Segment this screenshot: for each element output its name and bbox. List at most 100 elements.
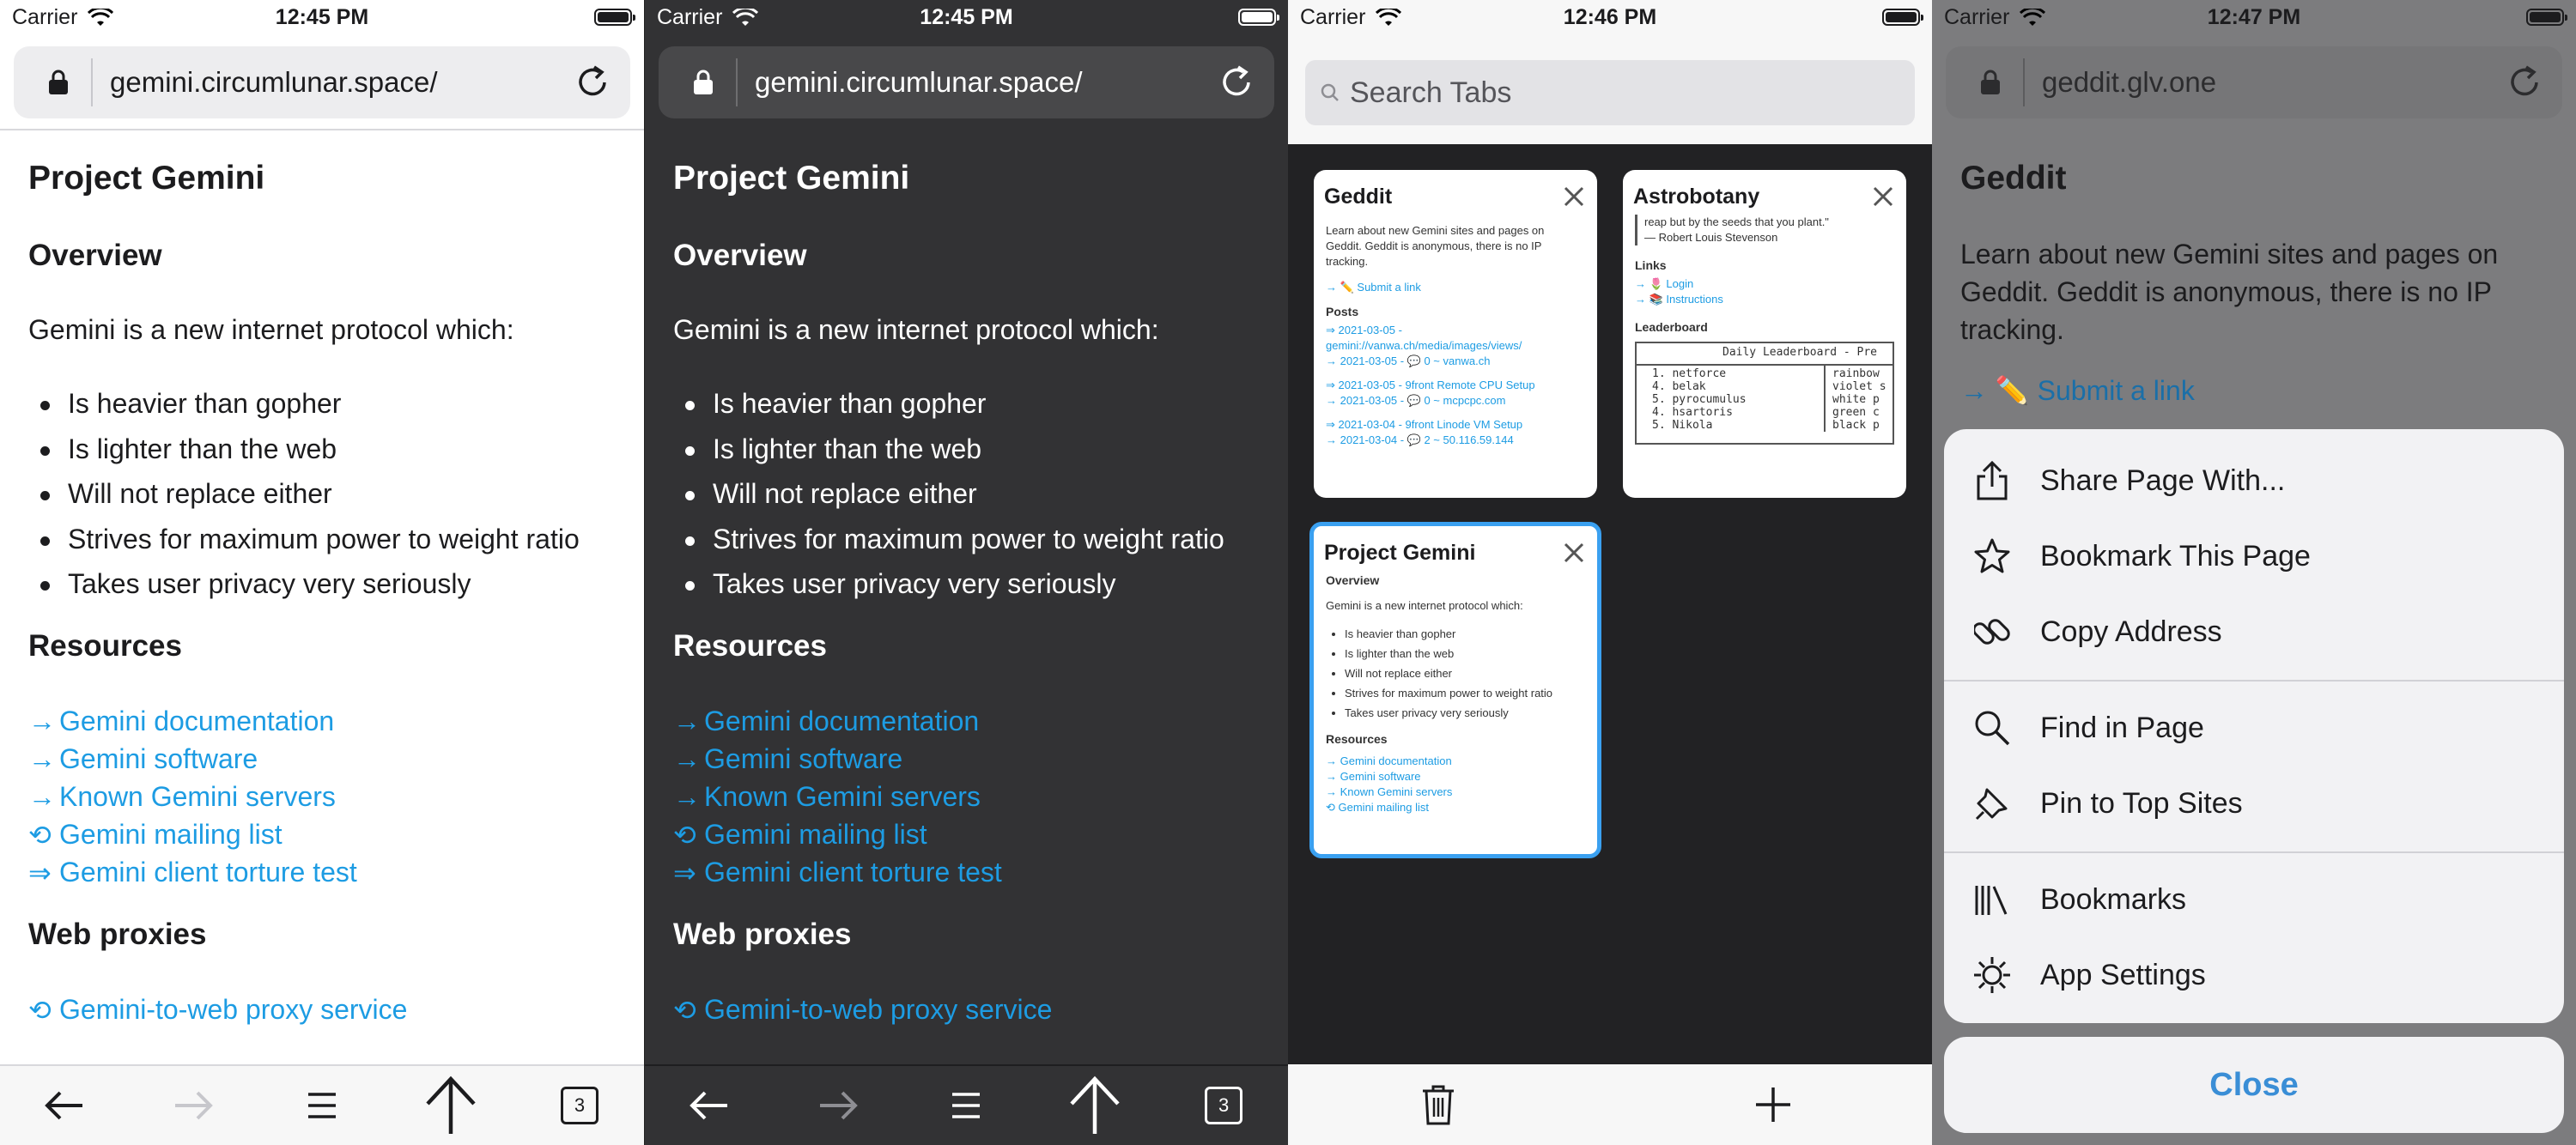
bookmarks-item[interactable]: Bookmarks xyxy=(1944,862,2564,937)
reload-icon[interactable] xyxy=(1211,57,1262,108)
url-text: geddit.glv.one xyxy=(2042,66,2217,98)
tab-count: 3 xyxy=(561,1087,598,1124)
close-button[interactable]: Close xyxy=(1944,1037,2564,1133)
link-icon xyxy=(1944,614,2040,650)
pin-icon xyxy=(1944,785,2040,822)
url-divider xyxy=(91,58,93,106)
share-page-item[interactable]: Share Page With... xyxy=(1944,443,2564,518)
list-item: Will not replace either xyxy=(28,478,627,524)
page-title: Project Gemini xyxy=(673,160,910,197)
lock-icon xyxy=(1965,57,2016,108)
tab-card-project-gemini[interactable]: Project Gemini Overview Gemini is a new … xyxy=(1309,522,1601,858)
add-tab-icon[interactable] xyxy=(1743,1075,1803,1135)
link-gemini-software[interactable]: → Gemini software xyxy=(673,741,1271,778)
search-placeholder: Search Tabs xyxy=(1350,76,1512,109)
list-item: Strives for maximum power to weight rati… xyxy=(28,524,627,569)
scroll-top-icon[interactable] xyxy=(421,1075,481,1136)
battery-icon xyxy=(2526,9,2567,26)
resources-heading: Resources xyxy=(28,628,182,663)
resources-heading: Resources xyxy=(673,628,827,663)
proxies-heading: Web proxies xyxy=(673,917,852,951)
url-text[interactable]: gemini.circumlunar.space/ xyxy=(110,66,567,99)
browser-screen-light: Carrier 12:45 PM gemini.circumlunar.spac… xyxy=(0,0,644,1145)
back-icon[interactable] xyxy=(34,1075,94,1136)
url-bar[interactable]: gemini.circumlunar.space/ xyxy=(14,46,630,118)
url-bar: geddit.glv.one xyxy=(1946,46,2562,118)
bookmarks-icon xyxy=(1944,882,2040,917)
intro-text: Gemini is a new internet protocol which: xyxy=(673,314,1159,345)
bookmark-page-item[interactable]: Bookmark This Page xyxy=(1944,518,2564,594)
close-tab-icon[interactable] xyxy=(1872,185,1894,208)
copy-address-item[interactable]: Copy Address xyxy=(1944,594,2564,669)
proxies-links: ⟲ Gemini-to-web proxy service xyxy=(28,991,627,1029)
status-bar: Carrier 12:45 PM xyxy=(645,0,1288,38)
link-known-servers[interactable]: → Known Gemini servers xyxy=(673,778,1271,816)
list-item: Takes user privacy very seriously xyxy=(28,568,627,614)
url-text[interactable]: gemini.circumlunar.space/ xyxy=(755,66,1211,99)
link-gemini-documentation[interactable]: → Gemini documentation xyxy=(673,703,1271,741)
tab-switcher-toolbar xyxy=(1288,1064,1932,1145)
app-settings-item[interactable]: App Settings xyxy=(1944,937,2564,1013)
share-icon xyxy=(1944,461,2040,500)
overview-heading: Overview xyxy=(28,239,162,272)
reload-icon xyxy=(2499,57,2550,108)
page-content: Project Gemini Overview Gemini is a new … xyxy=(673,160,1271,1029)
scroll-top-icon[interactable] xyxy=(1065,1075,1125,1136)
close-tab-icon[interactable] xyxy=(1563,185,1585,208)
link-torture-test[interactable]: ⇒ Gemini client torture test xyxy=(673,854,1271,892)
link-mailing-list[interactable]: ⟲ Gemini mailing list xyxy=(28,816,627,854)
link-proxy-service[interactable]: ⟲ Gemini-to-web proxy service xyxy=(673,991,1271,1029)
gear-icon xyxy=(1944,955,2040,995)
tab-title: Astrobotany xyxy=(1633,184,1760,209)
list-item: Takes user privacy very seriously xyxy=(673,568,1271,614)
page-title: Project Gemini xyxy=(28,160,265,197)
link-gemini-software[interactable]: → Gemini software xyxy=(28,741,627,778)
tab-switcher-screen: Carrier 12:46 PM Search Tabs Geddit Lear… xyxy=(1288,0,1932,1145)
list-item: Is lighter than the web xyxy=(28,433,627,479)
link-proxy-service[interactable]: ⟲ Gemini-to-web proxy service xyxy=(28,991,627,1029)
tab-card-geddit[interactable]: Geddit Learn about new Gemini sites and … xyxy=(1314,170,1597,498)
url-bar[interactable]: gemini.circumlunar.space/ xyxy=(659,46,1274,118)
action-sheet-screen: Carrier 12:47 PM geddit.glv.one Geddit L… xyxy=(1932,0,2576,1145)
close-tab-icon[interactable] xyxy=(1563,542,1585,564)
sheet-divider xyxy=(1944,851,2564,853)
menu-icon[interactable] xyxy=(936,1075,996,1136)
list-item: Will not replace either xyxy=(673,478,1271,524)
clock: 12:46 PM xyxy=(1563,5,1657,29)
search-tabs-input[interactable]: Search Tabs xyxy=(1305,60,1915,125)
tab-preview: reap but by the seeds that you plant." —… xyxy=(1623,215,1906,445)
link-mailing-list[interactable]: ⟲ Gemini mailing list xyxy=(673,816,1271,854)
page-description: Learn about new Gemini sites and pages o… xyxy=(1960,239,2499,345)
resources-links: → Gemini documentation → Gemini software →… xyxy=(28,703,627,892)
tab-title: Project Gemini xyxy=(1324,540,1476,565)
link-known-servers[interactable]: → Known Gemini servers xyxy=(28,778,627,816)
forward-icon[interactable] xyxy=(163,1075,223,1136)
find-in-page-item[interactable]: Find in Page xyxy=(1944,690,2564,766)
tab-title: Geddit xyxy=(1324,184,1393,209)
tab-preview: Overview Gemini is a new internet protoc… xyxy=(1314,572,1597,815)
page-content: Project Gemini Overview Gemini is a new … xyxy=(28,160,627,1029)
browser-screen-dark: Carrier 12:45 PM gemini.circumlunar.spac… xyxy=(644,0,1288,1145)
url-divider xyxy=(2023,58,2025,106)
battery-icon xyxy=(1882,9,1923,26)
pin-top-sites-item[interactable]: Pin to Top Sites xyxy=(1944,766,2564,841)
battery-icon xyxy=(1238,9,1279,26)
search-icon xyxy=(1944,709,2040,747)
action-sheet: Share Page With... Bookmark This Page Co… xyxy=(1944,429,2564,1023)
back-icon[interactable] xyxy=(679,1075,739,1136)
lock-icon xyxy=(33,57,84,108)
tabs-button[interactable]: 3 xyxy=(1194,1075,1254,1136)
tab-card-astrobotany[interactable]: Astrobotany reap but by the seeds that y… xyxy=(1623,170,1906,498)
trash-icon[interactable] xyxy=(1408,1075,1468,1135)
clock: 12:45 PM xyxy=(920,5,1013,29)
forward-icon[interactable] xyxy=(808,1075,868,1136)
feature-list: Is heavier than gopher Is lighter than t… xyxy=(673,388,1271,614)
link-torture-test[interactable]: ⇒ Gemini client torture test xyxy=(28,854,627,892)
proxies-heading: Web proxies xyxy=(28,917,207,951)
link-gemini-documentation[interactable]: → Gemini documentation xyxy=(28,703,627,741)
menu-icon[interactable] xyxy=(292,1075,352,1136)
star-icon xyxy=(1944,537,2040,575)
tabs-button[interactable]: 3 xyxy=(550,1075,610,1136)
reload-icon[interactable] xyxy=(567,57,618,108)
status-bar: Carrier 12:46 PM xyxy=(1288,0,1932,38)
